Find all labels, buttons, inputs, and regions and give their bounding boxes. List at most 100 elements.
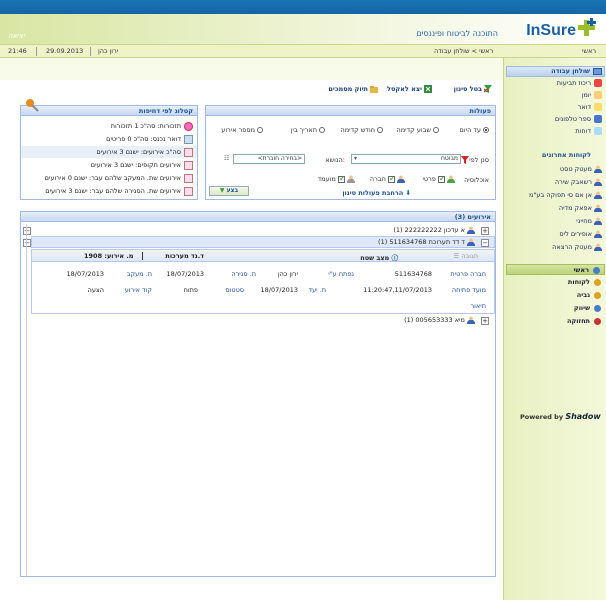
recent-client[interactable]: מחייני bbox=[576, 216, 602, 227]
menu-maintenance[interactable]: תחזוקה bbox=[506, 316, 605, 327]
check-candidate[interactable]: מועמד bbox=[318, 174, 355, 183]
menu-home[interactable]: ראשי bbox=[506, 264, 605, 275]
scrollbar[interactable] bbox=[21, 224, 27, 576]
tab-event-no[interactable]: מ. אירוע: 1908 bbox=[84, 252, 134, 260]
mail-icon bbox=[184, 134, 193, 144]
file-documents-button[interactable]: תיוק מסמכים bbox=[328, 84, 378, 95]
menu-clients[interactable]: לקוחות bbox=[506, 277, 605, 288]
calendar-icon bbox=[184, 160, 193, 170]
funnel-icon bbox=[461, 156, 470, 164]
person-icon bbox=[594, 204, 602, 212]
sidebar-item-mail[interactable]: דואר bbox=[578, 102, 602, 113]
home-link[interactable]: ראשי bbox=[582, 47, 596, 55]
sidebar-item-calendar[interactable]: יומן bbox=[582, 90, 602, 101]
breadcrumb[interactable]: ראשי > שולחן עבודה bbox=[434, 47, 493, 55]
event-group-row[interactable]: א עדכון 222222222 (1) bbox=[393, 225, 475, 236]
detail-tab-icon[interactable]: ☰ תגובה bbox=[453, 252, 478, 260]
subject-input[interactable]: <בחירה חוברת> ☷ bbox=[224, 154, 305, 164]
description-label: תיאור bbox=[470, 302, 486, 310]
logout-link[interactable]: יציאה bbox=[8, 32, 25, 40]
pushpin-icon bbox=[26, 99, 39, 112]
tools-icon bbox=[594, 317, 601, 325]
recent-client[interactable]: מעטק הרצאה bbox=[552, 242, 602, 253]
radio-date-range[interactable]: תאריך בין bbox=[291, 126, 325, 134]
mail-icon bbox=[594, 103, 602, 111]
check-company[interactable]: חברה bbox=[370, 174, 405, 183]
recent-client[interactable]: אפאק מדיה bbox=[559, 203, 602, 214]
actions-panel-title: פעולות bbox=[206, 106, 495, 116]
clients-icon bbox=[594, 278, 601, 286]
event-group-row[interactable]: ד דד תערוכת 511634768 (1) bbox=[378, 237, 475, 248]
calendar-icon[interactable]: ☷ bbox=[224, 155, 229, 163]
sidebar-item-phonebook[interactable]: ספר טלפונים bbox=[555, 114, 602, 125]
brand-name: InSure bbox=[526, 22, 576, 39]
recent-client[interactable]: אן אם סי תפוקה בע"מ bbox=[529, 190, 602, 201]
sidebar-item-desktop[interactable]: שולחן עבודה bbox=[506, 66, 605, 77]
collapse-button[interactable]: − bbox=[481, 239, 489, 247]
catalog-overdue-followup[interactable]: אירועים שת. המעקב שלהם עבר: ישנם 0 אירוע… bbox=[45, 172, 193, 184]
export-excel-button[interactable]: יצא לאקסל bbox=[387, 84, 432, 95]
tab-type[interactable]: ד.נד מערכות bbox=[165, 252, 204, 260]
calendar-icon bbox=[184, 173, 193, 183]
catalog-current-events[interactable]: אירועים תקופים: ישנם 3 אירועים bbox=[91, 159, 193, 171]
open-time-value: 11:20:47,11/07/2013 bbox=[363, 286, 432, 294]
report-icon bbox=[594, 127, 602, 135]
filter-by-select[interactable]: מבוטח ▾ bbox=[351, 154, 461, 164]
radio-week-ahead[interactable]: שבוע קדימה bbox=[396, 126, 439, 134]
phonebook-icon bbox=[594, 115, 602, 123]
catalog-all-events[interactable]: סה"כ אירועים: ישנם 3 אירועים bbox=[21, 146, 197, 158]
event-detail: ☰ תגובה מצב שטח ⓘ ד.נד מערכות מ. אירוע: … bbox=[31, 249, 495, 314]
submit-button[interactable]: ▼ בצע bbox=[209, 186, 249, 196]
radio-month-ahead[interactable]: חודש קדימה bbox=[340, 126, 383, 134]
sidebar-item-reports[interactable]: דוחות bbox=[575, 126, 602, 137]
population-label: אוכלוסיה bbox=[464, 176, 489, 184]
events-panel-title: אירועים (3) bbox=[21, 212, 495, 222]
group-icon bbox=[594, 191, 602, 199]
radio-until-today[interactable]: עד היום bbox=[460, 126, 489, 134]
app-logo: InSure התוכנה לביטוח ופיננסים bbox=[416, 18, 598, 42]
expand-filters-link[interactable]: הרחבת פעולות סינון ⬇ bbox=[342, 189, 411, 197]
current-date: 29.09.2013 bbox=[46, 47, 84, 55]
expand-button[interactable]: + bbox=[481, 227, 489, 235]
check-private[interactable]: פרטי bbox=[422, 174, 455, 183]
event-code-label: קוד אירוע bbox=[124, 286, 152, 294]
catalog-overdue-close[interactable]: אירועים שת. הסגירה שלהם עבר: ישנם 3 אירו… bbox=[45, 185, 193, 197]
divider bbox=[36, 47, 37, 56]
info-icon: ⓘ bbox=[391, 254, 399, 262]
excel-icon bbox=[424, 85, 432, 93]
top-blue-bar bbox=[0, 0, 606, 14]
shadow-logo: Shadow bbox=[565, 412, 601, 421]
expand-button[interactable]: + bbox=[481, 317, 489, 325]
catalog-reminders[interactable]: תזכורות: סה"כ 1 תזכורות bbox=[111, 120, 193, 132]
divider bbox=[142, 252, 143, 260]
follow-value: 18/07/2013 bbox=[66, 270, 104, 278]
radio-event-number[interactable]: מספר אירוע bbox=[221, 126, 263, 134]
group-icon bbox=[467, 226, 475, 234]
due-date-label: ת. יעד bbox=[308, 286, 326, 294]
marketing-icon bbox=[594, 304, 601, 312]
current-user: ירון כהן bbox=[98, 47, 119, 55]
recent-client[interactable]: אופירים ליס bbox=[559, 229, 602, 240]
menu-billing[interactable]: גביה bbox=[506, 290, 605, 301]
divider bbox=[90, 47, 91, 56]
policy-value: 511634768 bbox=[394, 270, 432, 278]
funnel-x-icon bbox=[484, 85, 492, 93]
recent-client[interactable]: מעטק טסט bbox=[560, 164, 602, 175]
catalog-panel-title: קטלוג לפי דחיפות bbox=[21, 106, 197, 116]
calendar-icon bbox=[184, 147, 193, 157]
recent-client[interactable]: רשאבק שירה bbox=[555, 177, 602, 188]
event-code-value: הצעה bbox=[87, 286, 104, 294]
event-group-row[interactable]: מיא 005653333 (1) bbox=[404, 315, 475, 326]
menu-marketing[interactable]: שיווק bbox=[506, 303, 605, 314]
due-date-value: 18/07/2013 bbox=[260, 286, 298, 294]
monitor-icon bbox=[593, 68, 602, 75]
person-icon bbox=[594, 165, 602, 173]
sidebar-item-claims[interactable]: ריכוז תביעות bbox=[557, 78, 602, 89]
down-arrow-icon: ⬇ bbox=[405, 189, 411, 197]
follow-label: ת. מעקב bbox=[126, 270, 152, 278]
cancel-filter-button[interactable]: בטל סינון bbox=[454, 84, 492, 95]
catalog-inbox[interactable]: דואר נכנס: סה"כ 0 פריטים bbox=[106, 133, 193, 145]
tab-status[interactable]: מצב שטח ⓘ bbox=[360, 252, 398, 262]
powered-by: Powered by Shadow bbox=[520, 412, 601, 421]
sidebar: שולחן עבודה ריכוז תביעות יומן דואר ספר ט… bbox=[503, 58, 606, 600]
